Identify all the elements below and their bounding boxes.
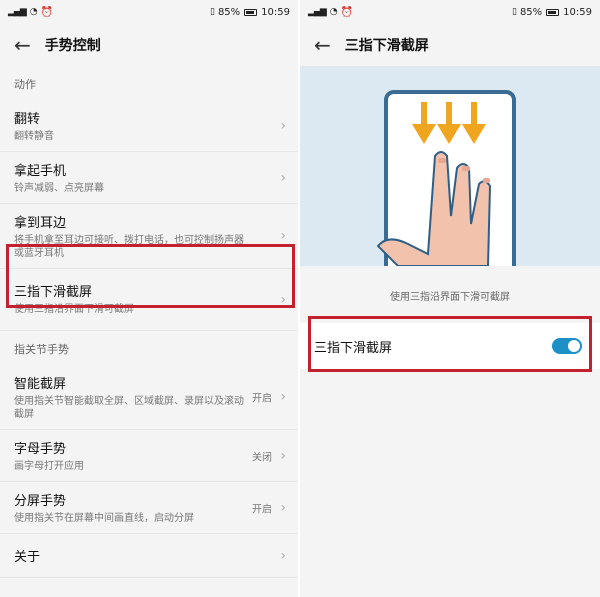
- back-arrow-icon[interactable]: ←: [314, 33, 331, 57]
- highlight-box-three-finger: [6, 244, 295, 308]
- item-subtitle: 铃声减弱、点亮屏幕: [14, 183, 104, 194]
- app-bar: ← 三指下滑截屏: [300, 24, 600, 66]
- battery-icon: [546, 8, 560, 16]
- section-header-actions: 动作: [14, 78, 36, 91]
- signal-icon: ▂▄▆: [308, 7, 327, 17]
- left-screen: ▂▄▆ ◔ ⏰ ▯ 85% 10:59 ← 手势控制 动作 翻转 翻转静音 › …: [0, 0, 298, 597]
- alarm-icon: ⏰: [340, 6, 354, 18]
- gesture-illustration: [300, 66, 600, 266]
- battery-text: 85%: [519, 6, 543, 18]
- list-item-about[interactable]: 关于 ›: [0, 534, 298, 578]
- item-value: 开启: [252, 393, 272, 405]
- page-title: 三指下滑截屏: [344, 38, 429, 54]
- item-title: 字母手势: [14, 442, 67, 457]
- section-header-knuckle: 指关节手势: [14, 343, 69, 356]
- alarm-icon: ⏰: [40, 6, 54, 18]
- wifi-icon: ◔: [29, 7, 38, 17]
- item-title: 拿到耳边: [14, 216, 67, 231]
- time-text: 10:59: [563, 6, 592, 18]
- item-subtitle: 画字母打开应用: [14, 461, 84, 472]
- list-item-split-screen[interactable]: 分屏手势 使用指关节在屏幕中间画直线，启动分屏 开启 ›: [0, 482, 298, 534]
- signal-icon: ▂▄▆: [8, 7, 27, 17]
- gesture-caption: 使用三指沿界面下滑可截屏: [300, 266, 600, 323]
- chevron-right-icon: ›: [280, 169, 286, 186]
- back-arrow-icon[interactable]: ←: [14, 33, 31, 57]
- vibrate-icon: ▯: [511, 7, 517, 17]
- battery-text: 85%: [217, 6, 241, 18]
- battery-icon: [244, 8, 258, 16]
- item-title: 关于: [14, 550, 41, 565]
- item-title: 翻转: [14, 112, 41, 127]
- item-title: 分屏手势: [14, 494, 67, 509]
- item-title: 智能截屏: [14, 377, 67, 392]
- list-item-flip[interactable]: 翻转 翻转静音 ›: [0, 100, 298, 152]
- status-bar: ▂▄▆ ◔ ⏰ ▯ 85% 10:59: [300, 0, 600, 24]
- highlight-box-toggle: [308, 316, 592, 372]
- status-bar: ▂▄▆ ◔ ⏰ ▯ 85% 10:59: [0, 0, 298, 24]
- chevron-right-icon: ›: [280, 499, 286, 516]
- item-subtitle: 使用指关节智能截取全屏、区域截屏、录屏以及滚动截屏: [14, 396, 244, 420]
- chevron-right-icon: ›: [280, 447, 286, 464]
- time-text: 10:59: [261, 6, 290, 18]
- item-subtitle: 使用指关节在屏幕中间画直线，启动分屏: [14, 513, 194, 524]
- list-item-smart-screenshot[interactable]: 智能截屏 使用指关节智能截取全屏、区域截屏、录屏以及滚动截屏 开启 ›: [0, 365, 298, 430]
- item-value: 开启: [252, 504, 272, 515]
- app-bar: ← 手势控制: [0, 24, 298, 66]
- chevron-right-icon: ›: [280, 228, 286, 244]
- hand-swipe-illustration: [376, 90, 516, 266]
- swipe-down-arrows-icon: [412, 102, 486, 144]
- wifi-icon: ◔: [329, 7, 338, 17]
- chevron-right-icon: ›: [280, 389, 286, 405]
- vibrate-icon: ▯: [209, 7, 215, 17]
- page-title: 手势控制: [44, 38, 101, 54]
- chevron-right-icon: ›: [280, 547, 286, 564]
- item-subtitle: 翻转静音: [14, 131, 54, 142]
- chevron-right-icon: ›: [280, 117, 286, 134]
- list-item-letter-gesture[interactable]: 字母手势 画字母打开应用 关闭 ›: [0, 430, 298, 482]
- item-title: 拿起手机: [14, 164, 67, 179]
- list-item-pickup[interactable]: 拿起手机 铃声减弱、点亮屏幕 ›: [0, 152, 298, 204]
- item-value: 关闭: [252, 452, 272, 463]
- right-screen: ▂▄▆ ◔ ⏰ ▯ 85% 10:59 ← 三指下滑截屏 使用三指沿界面下滑可截…: [300, 0, 600, 597]
